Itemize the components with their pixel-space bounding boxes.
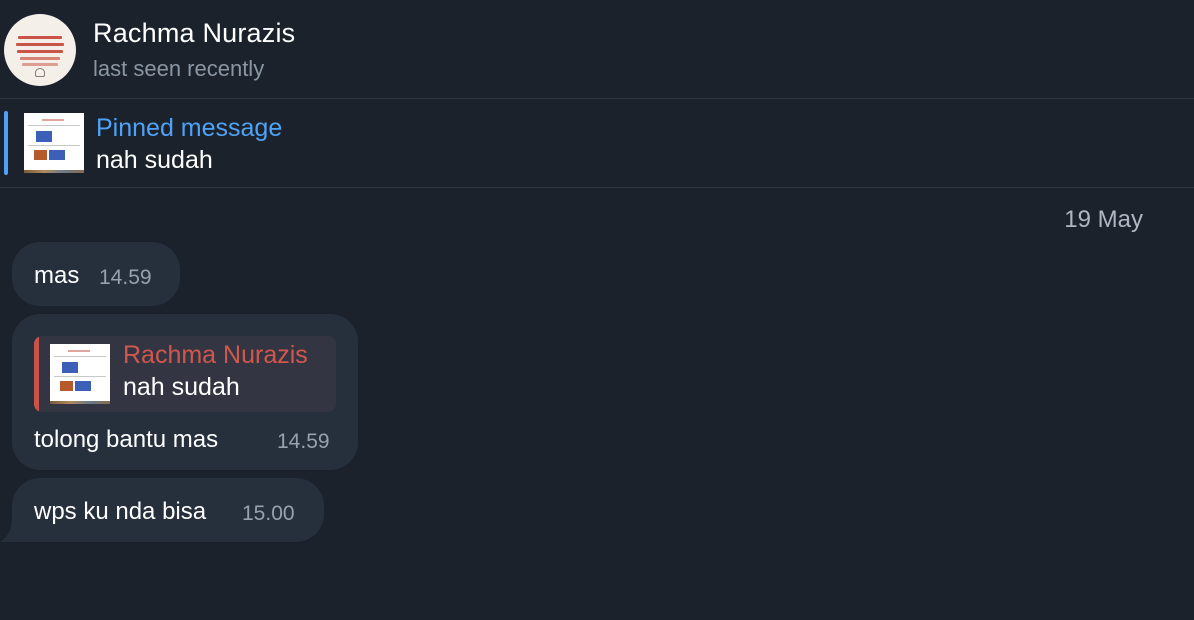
message-time: 15.00 xyxy=(242,502,295,525)
reply-author: Rachma Nurazis xyxy=(123,341,308,369)
reply-quote[interactable]: Rachma Nurazis nah sudah xyxy=(34,336,336,412)
pinned-title: Pinned message xyxy=(96,114,283,142)
reply-accent-bar xyxy=(34,336,39,412)
message-bubble[interactable]: Rachma Nurazis nah sudah tolong bantu ma… xyxy=(12,314,358,470)
message-text: wps ku nda bisa xyxy=(34,498,207,525)
message-time: 14.59 xyxy=(99,266,152,289)
contact-name[interactable]: Rachma Nurazis xyxy=(93,18,295,49)
pinned-message-bar[interactable]: Pinned message nah sudah xyxy=(0,99,1194,188)
reply-text: nah sudah xyxy=(123,373,240,401)
pinned-thumbnail xyxy=(24,113,84,173)
reply-thumbnail xyxy=(50,344,110,404)
date-separator: 19 May xyxy=(1064,206,1143,233)
message-bubble[interactable]: wps ku nda bisa 15.00 xyxy=(12,478,324,542)
message-text: tolong bantu mas xyxy=(34,426,219,453)
calligraphy-emblem-icon xyxy=(35,68,45,77)
pinned-text: nah sudah xyxy=(96,146,213,174)
contact-avatar[interactable] xyxy=(4,14,76,86)
message-bubble[interactable]: mas 14.59 xyxy=(12,242,180,306)
chat-header: Rachma Nurazis last seen recently xyxy=(0,0,1194,99)
pinned-accent-bar xyxy=(4,111,8,175)
message-text: mas xyxy=(34,262,80,289)
contact-status: last seen recently xyxy=(93,56,265,81)
message-time: 14.59 xyxy=(277,430,330,453)
